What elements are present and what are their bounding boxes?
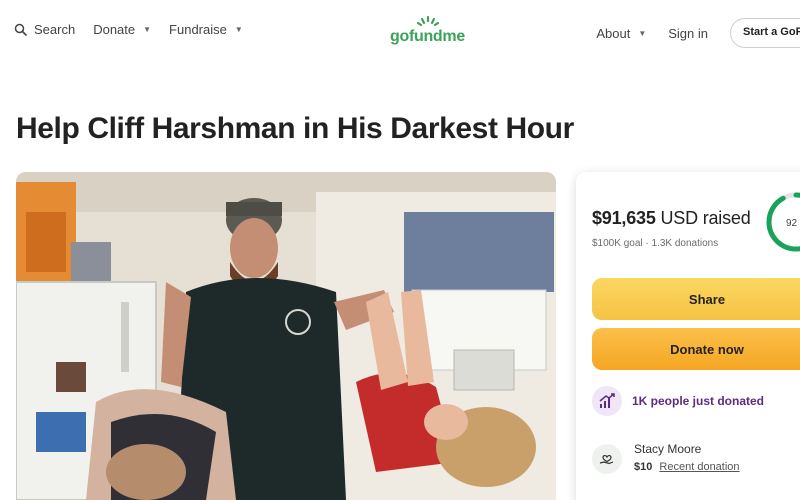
- search-icon: [14, 23, 28, 36]
- chevron-down-icon: ▼: [638, 28, 647, 38]
- raised-currency-label: USD raised: [660, 208, 751, 228]
- search-link[interactable]: Search: [14, 22, 75, 37]
- top-navigation: Search Donate ▼ Fundraise ▼ gofundme Abo…: [0, 0, 800, 64]
- donor-amount-line: $10 Recent donation: [634, 461, 740, 473]
- nav-right-group: About ▼ Sign in Start a GoFu: [596, 18, 800, 48]
- donor-amount: $10: [634, 461, 653, 473]
- donation-card: $91,635 USD raised $100K goal · 1.3K don…: [576, 172, 800, 500]
- campaign-title: Help Cliff Harshman in His Darkest Hour: [16, 112, 574, 145]
- nav-left-group: Search Donate ▼ Fundraise ▼: [14, 22, 243, 37]
- share-button[interactable]: Share: [592, 278, 800, 320]
- goal-meta: $100K goal · 1.3K donations: [592, 238, 718, 249]
- progress-percent-label: 92: [786, 218, 798, 229]
- recent-donations-text: 1K people just donated: [632, 394, 765, 408]
- gofundme-logo[interactable]: gofundme: [390, 14, 470, 50]
- donate-menu-label: Donate: [93, 22, 136, 37]
- raised-amount: $91,635: [592, 208, 656, 228]
- sign-in-link[interactable]: Sign in: [668, 26, 708, 41]
- about-menu[interactable]: About ▼: [596, 26, 646, 41]
- chevron-down-icon: ▼: [234, 25, 243, 34]
- recent-donations-banner: 1K people just donated: [592, 386, 764, 416]
- fundraise-menu-label: Fundraise: [169, 22, 227, 37]
- start-gofundme-button[interactable]: Start a GoFu: [730, 18, 800, 48]
- campaign-photo[interactable]: [16, 172, 556, 500]
- campaign-photo-image: [16, 172, 556, 500]
- logo-text: gofundme: [390, 28, 465, 45]
- recent-donation-tag[interactable]: Recent donation: [659, 461, 739, 473]
- donor-details: Stacy Moore $10 Recent donation: [634, 442, 740, 473]
- fundraise-menu[interactable]: Fundraise ▼: [169, 22, 243, 37]
- amount-raised: $91,635 USD raised: [592, 208, 751, 229]
- donate-menu[interactable]: Donate ▼: [93, 22, 151, 37]
- goal-amount: $100K goal: [592, 238, 643, 249]
- about-menu-label: About: [596, 25, 631, 41]
- donate-now-button[interactable]: Donate now: [592, 328, 800, 370]
- search-label: Search: [34, 22, 76, 37]
- hand-heart-icon: [592, 444, 622, 474]
- trending-up-icon: [592, 386, 622, 416]
- recent-donor: Stacy Moore $10 Recent donation: [592, 442, 740, 474]
- donor-name: Stacy Moore: [634, 442, 702, 456]
- meta-separator: ·: [645, 238, 649, 249]
- chevron-down-icon: ▼: [143, 25, 152, 34]
- donations-count: 1.3K donations: [651, 238, 719, 249]
